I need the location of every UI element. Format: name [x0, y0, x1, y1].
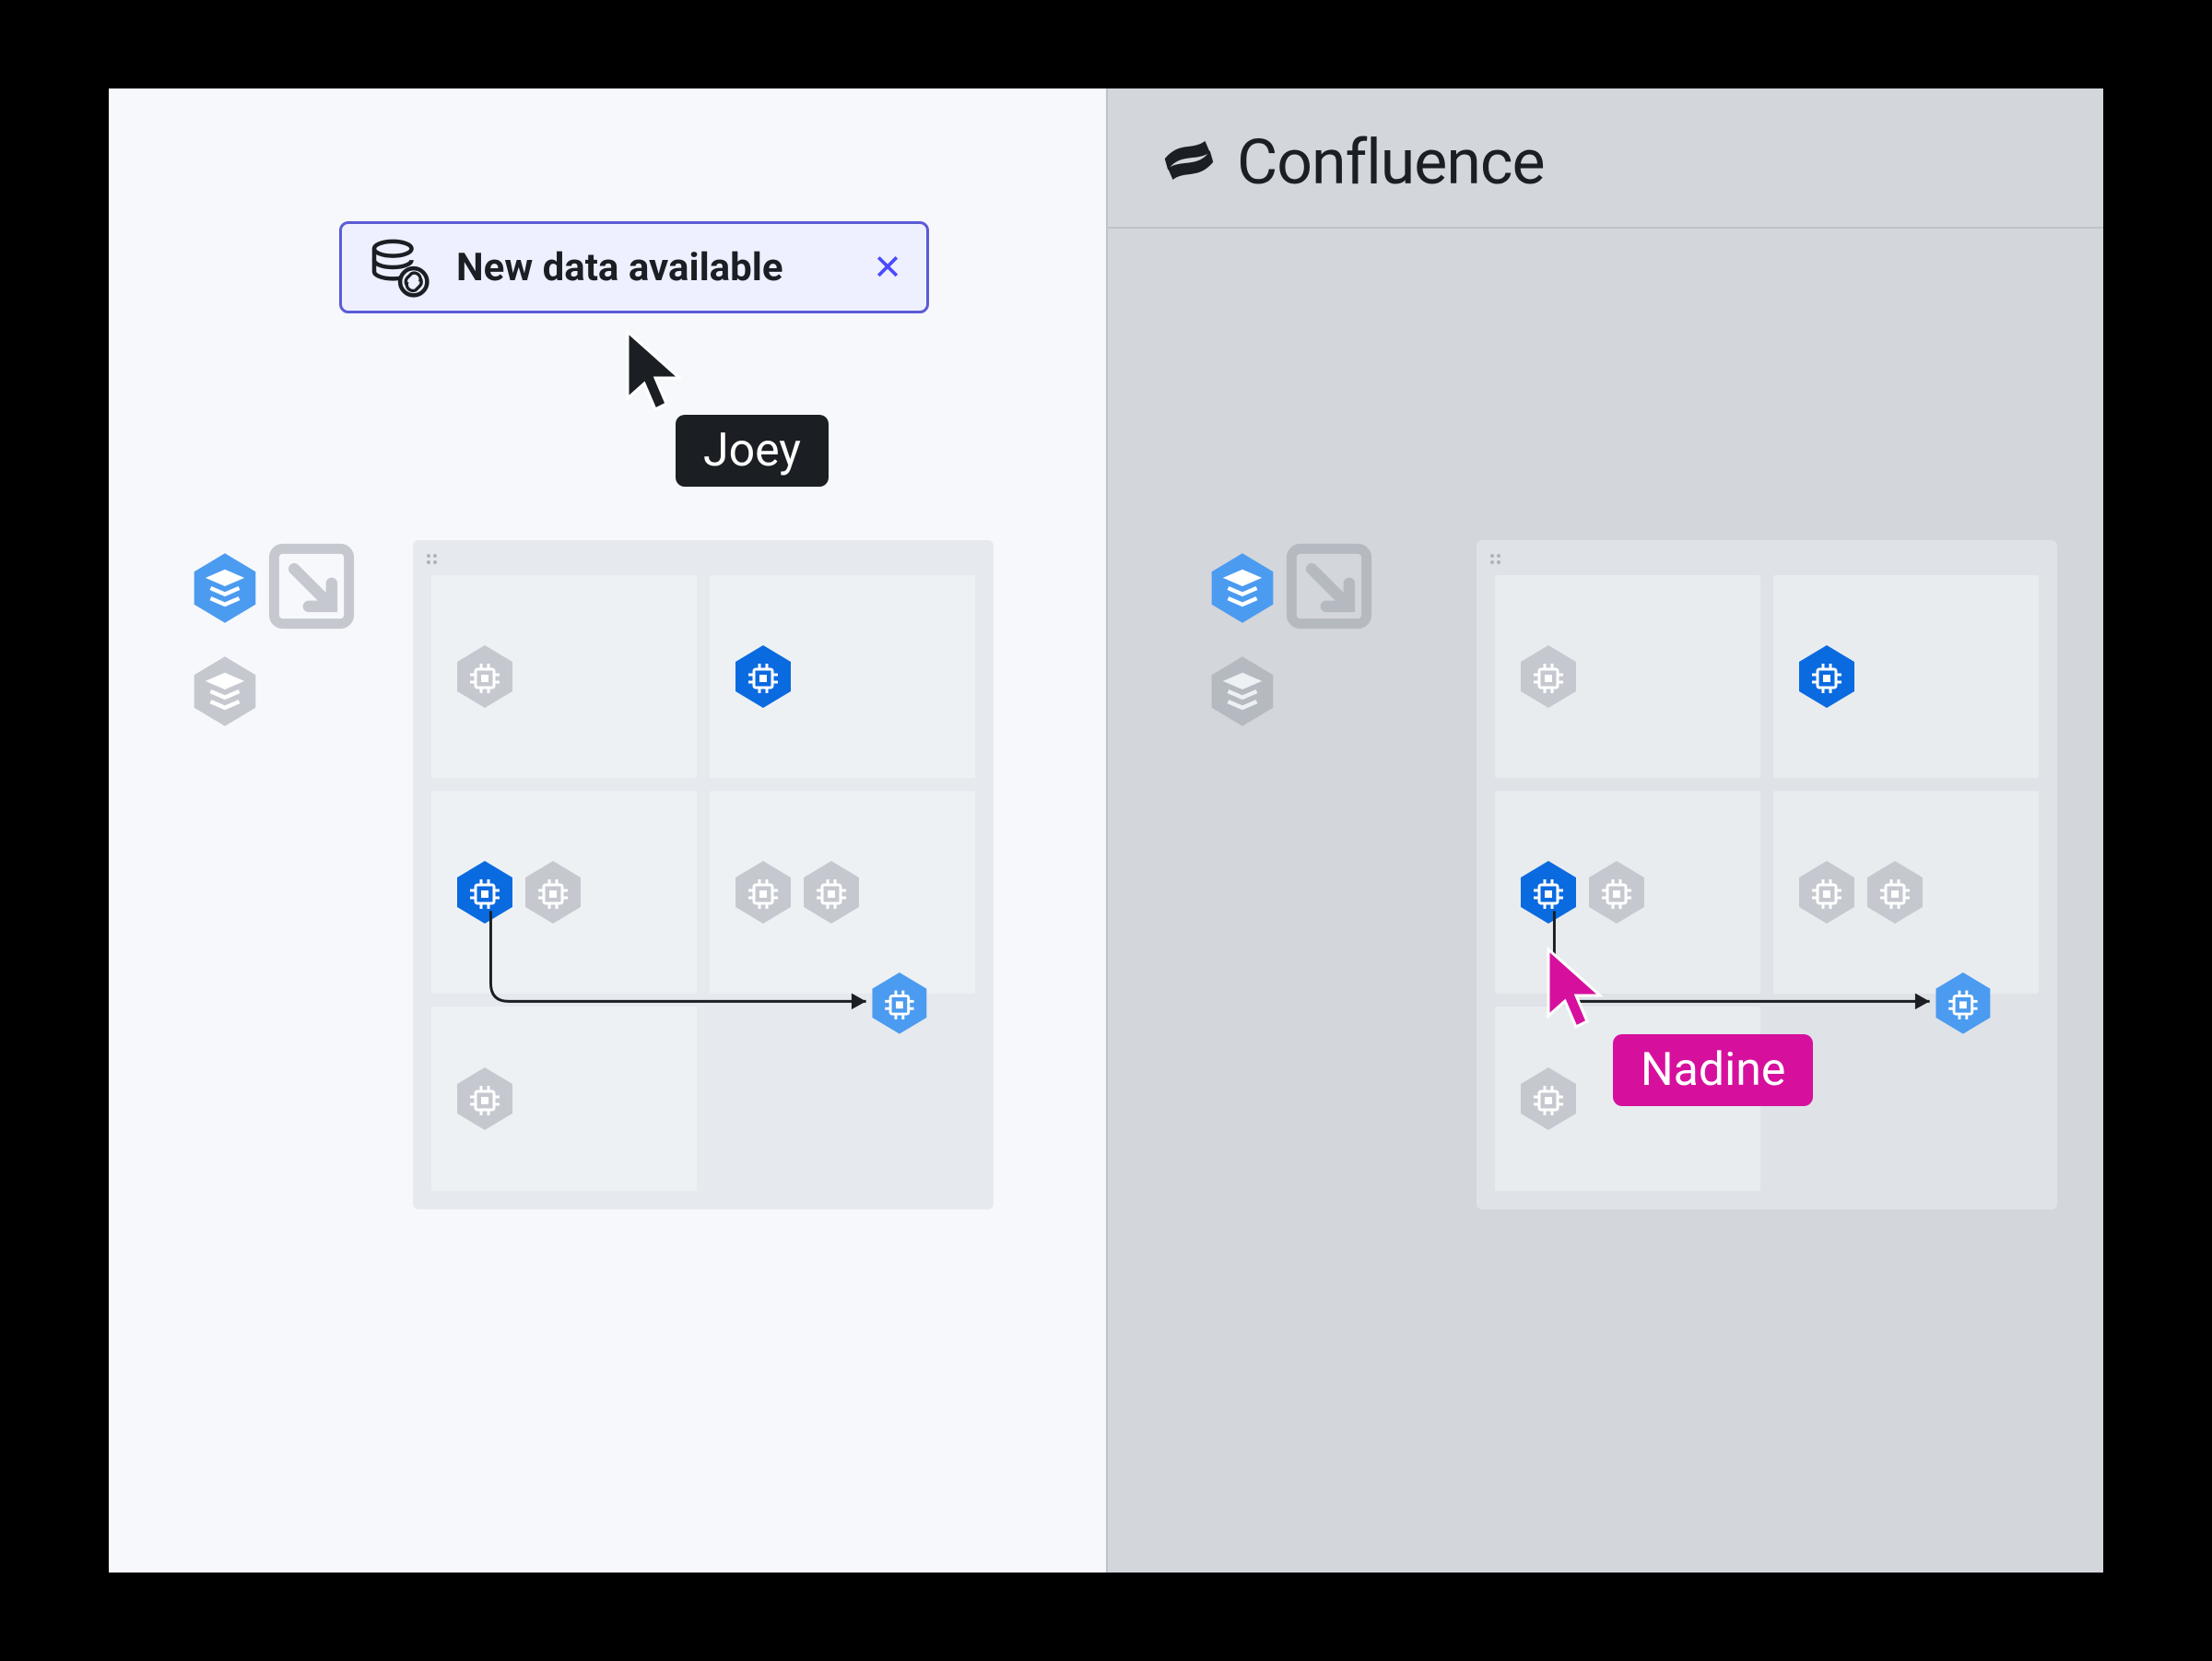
confluence-header: Confluence	[1108, 88, 2103, 229]
chip-icon	[455, 643, 514, 710]
cursor-nadine: Nadine	[1541, 946, 1813, 1106]
chip-icon	[1797, 643, 1856, 710]
cursor-label-joey: Joey	[676, 415, 829, 487]
layers-grey-icon[interactable]	[1209, 654, 1276, 728]
drag-handle-icon[interactable]	[424, 551, 442, 570]
layers-icon[interactable]	[192, 551, 258, 625]
chip-icon	[1519, 643, 1578, 710]
chip-icon	[734, 859, 793, 925]
cell-3	[431, 791, 697, 994]
drag-handle-icon[interactable]	[1488, 551, 1506, 570]
new-data-notification[interactable]: New data available ✕	[339, 221, 929, 313]
cursor-label-nadine: Nadine	[1613, 1034, 1813, 1106]
panel-left: New data available ✕ Joey	[109, 88, 1106, 1573]
chip-icon	[1587, 859, 1646, 925]
chip-icon	[1865, 859, 1924, 925]
confluence-logo-icon	[1163, 135, 1215, 190]
chip-icon	[524, 859, 582, 925]
notification-text: New data available	[456, 245, 849, 290]
cell-1	[431, 575, 697, 778]
stage: New data available ✕ Joey	[109, 88, 2103, 1573]
pointer-icon	[620, 328, 694, 420]
sidebar-shapes-right	[1209, 540, 1375, 728]
sidebar-shapes-left	[192, 540, 358, 728]
diagram-card-right	[1477, 540, 2057, 1209]
cell-2	[1773, 575, 2039, 778]
panel-right: Confluence	[1106, 88, 2103, 1573]
chip-icon	[1519, 859, 1578, 925]
cell-5	[431, 1007, 697, 1191]
cell-1	[1495, 575, 1760, 778]
chip-icon	[734, 643, 793, 710]
chip-icon	[1797, 859, 1856, 925]
confluence-title: Confluence	[1237, 125, 1545, 199]
chip-icon	[455, 859, 514, 925]
expand-arrow-icon[interactable]	[265, 540, 358, 636]
cursor-joey: Joey	[620, 328, 829, 487]
cell-6-empty	[710, 1007, 975, 1191]
cell-2	[710, 575, 975, 778]
chip-icon	[802, 859, 861, 925]
pointer-icon	[1541, 946, 1615, 1038]
layers-icon[interactable]	[1209, 551, 1276, 625]
close-icon[interactable]: ✕	[873, 247, 902, 289]
layers-grey-icon[interactable]	[192, 654, 258, 728]
database-link-icon	[366, 230, 432, 304]
expand-arrow-icon[interactable]	[1283, 540, 1375, 636]
cell-4	[710, 791, 975, 994]
diagram-card-left	[413, 540, 994, 1209]
chip-icon	[455, 1066, 514, 1132]
